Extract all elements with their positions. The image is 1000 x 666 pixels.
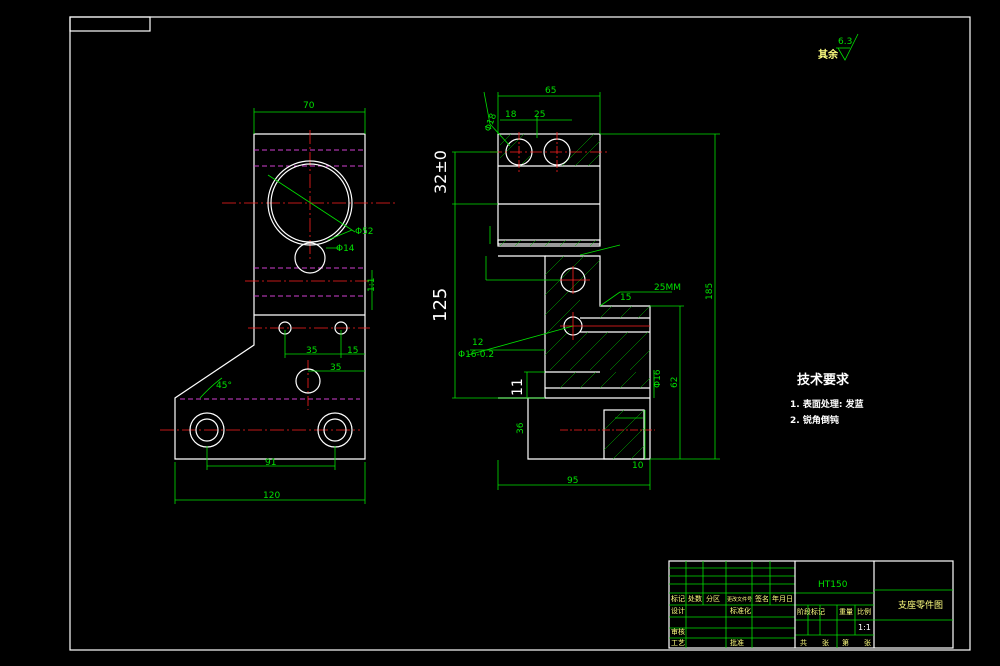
dim-18: 18 [505,110,517,120]
tech-req-title: 技术要求 [797,372,850,388]
dim-12: 12 [472,338,483,348]
side-label: 1:1 [367,278,377,292]
dim-25: 25 [534,110,545,120]
dim-15: 15 [347,346,358,356]
dim-hole: Φ16-0.2 [458,350,494,360]
dim-35b: 35 [330,363,341,373]
tb-label-10: 比例 [857,607,871,616]
tb-label-12: 工艺 [671,639,685,647]
tb-label-4: 签名 [755,594,769,603]
dim-dia-big: Φ52 [355,227,374,237]
dim-angle: 45° [216,381,232,391]
tb-label-7: 标准化 [730,606,751,615]
tb-label-5: 年月日 [772,594,793,603]
dim-185: 185 [705,283,715,300]
dim-11: 11 [510,378,526,396]
dim-tol: Φ18 [483,112,499,133]
left-view [160,108,395,504]
dim-h125: 125 [430,288,451,322]
outer-border [69,16,971,651]
dim-width-top: 70 [303,101,315,111]
roughness-value: 6.3 [838,37,852,47]
tb-label-11: 审核 [671,627,685,636]
dim-dia-small: Φ14 [336,244,355,254]
dim-95: 95 [567,476,578,486]
tb-label-2: 分区 [706,594,720,603]
dim-36: 36 [516,422,526,434]
tb-label-16: 第 [842,638,849,647]
tb-label-3: 更改文件号 [727,596,752,603]
dim-62: 62 [670,377,680,388]
tb-label-17: 张 [864,638,871,647]
tb-label-1: 处数 [688,594,702,603]
tech-req-item1: 1. 表面处理: 发蓝 [790,398,864,410]
hatch-column [544,255,651,389]
tb-label-9: 重量 [839,608,853,616]
dim-width-bottom: 120 [263,491,280,501]
scale: 1:1 [858,623,871,632]
dim-d16: Φ16 [653,369,663,388]
roughness-label: 其余 [818,48,839,61]
material: HT150 [818,580,848,590]
dim-35a: 35 [306,346,317,356]
dim-h32: 32±0 [431,150,450,194]
tb-label-13: 批准 [730,638,744,647]
dim-top-width: 65 [545,86,556,96]
dim-10: 10 [632,461,644,471]
tb-label-6: 设计 [671,606,685,615]
dim-25mm: 25MM [654,283,681,293]
hatch-top [499,133,601,167]
dim-15r: 15 [620,293,631,303]
cad-drawing: 70 Φ52 Φ14 35 15 35 45° 91 120 1:1 65 18… [69,16,971,651]
tb-label-14: 共 [800,638,807,647]
dim-91: 91 [265,458,276,468]
corner-box [69,16,151,32]
tech-req-item2: 2. 锐角倒钝 [790,414,839,426]
part-name: 支座零件图 [898,599,943,611]
tb-label-0: 标记 [671,594,685,603]
tb-label-15: 张 [822,638,829,647]
tb-label-8: 阶段标记 [797,607,825,616]
